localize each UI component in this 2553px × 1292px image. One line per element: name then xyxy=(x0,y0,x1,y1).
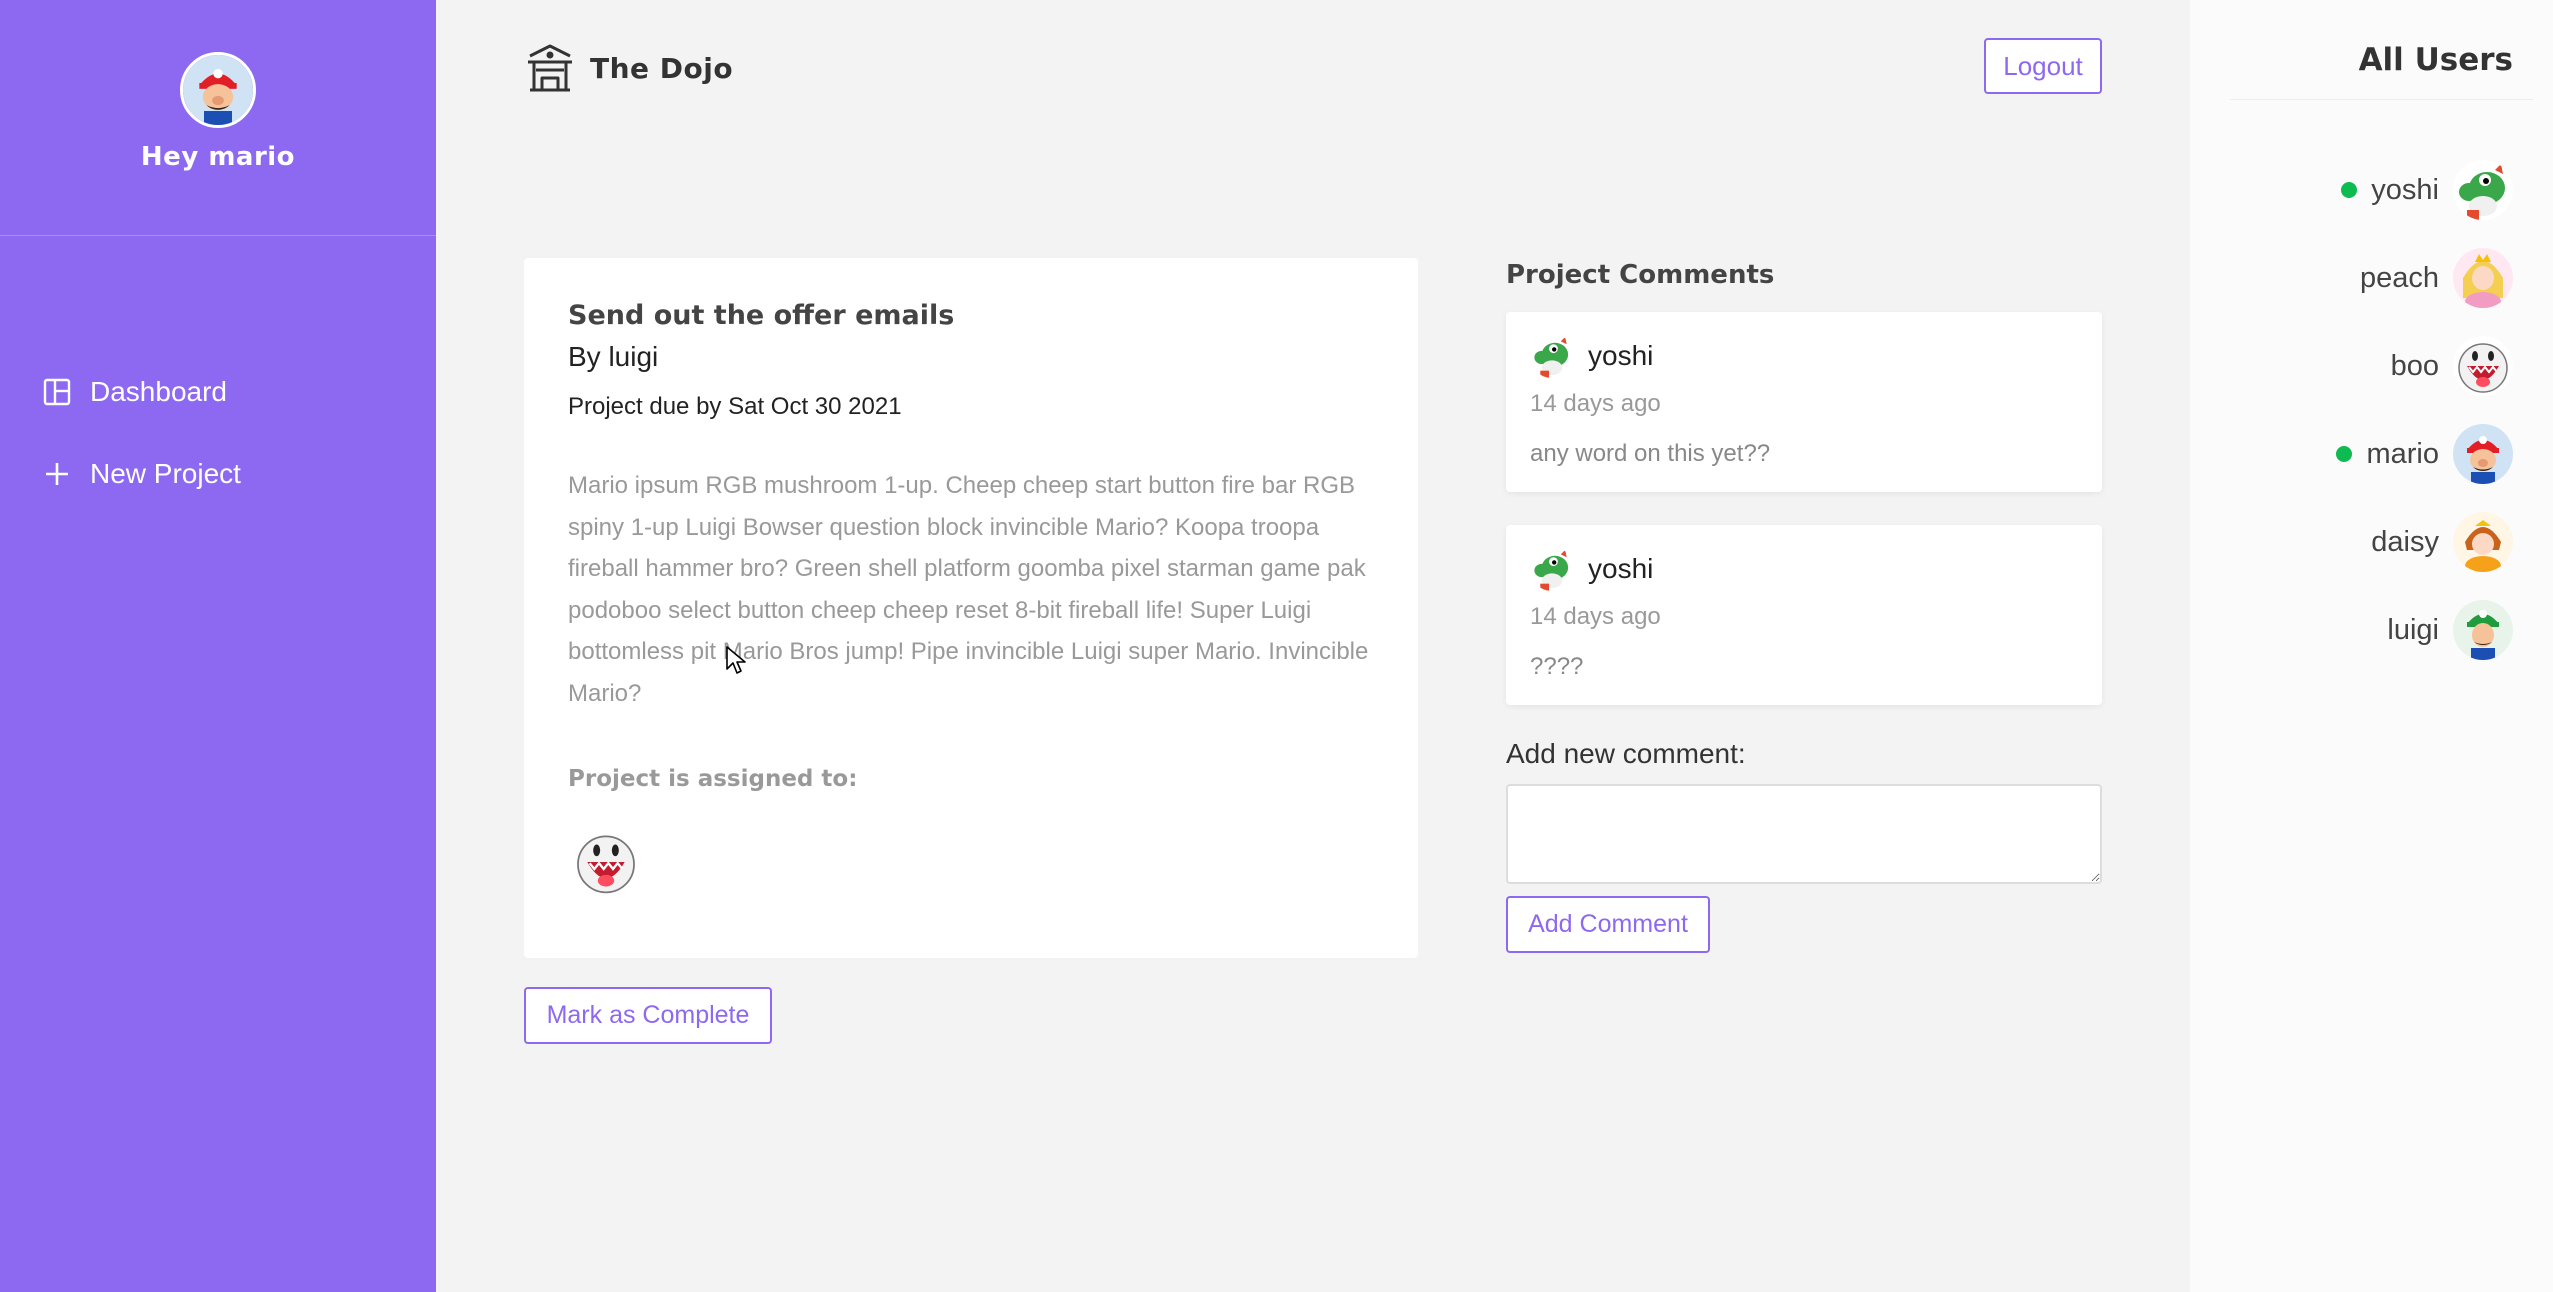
brand[interactable]: The Dojo xyxy=(524,36,733,100)
sidebar: Hey mario Dashboard New Project xyxy=(0,0,436,1292)
luigi-avatar xyxy=(2453,600,2513,660)
user-name: mario xyxy=(2366,437,2439,470)
boo-avatar xyxy=(2453,336,2513,396)
user-name: yoshi xyxy=(2371,173,2439,206)
add-comment-button[interactable]: Add Comment xyxy=(1506,896,1710,953)
brand-name: The Dojo xyxy=(590,51,734,85)
online-users-sidebar: All Users yoshi peach boo mario daisy lu… xyxy=(2190,0,2553,1292)
comments-heading: Project Comments xyxy=(1506,260,1775,290)
mouse-cursor-icon xyxy=(725,645,747,675)
comment-card: yoshi 14 days ago ???? xyxy=(1506,525,2102,705)
user-list-item: yoshi xyxy=(2336,160,2513,220)
greeting: Hey mario xyxy=(140,142,296,172)
project-details: Mario ipsum RGB mushroom 1-up. Cheep che… xyxy=(568,472,1369,707)
mario-avatar xyxy=(180,52,256,128)
comment-card: yoshi 14 days ago any word on this yet?? xyxy=(1506,312,2102,492)
user-list-item: luigi xyxy=(2336,600,2513,660)
sidebar-item-label: Dashboard xyxy=(90,376,227,407)
yoshi-avatar xyxy=(1530,334,1574,378)
boo-avatar xyxy=(568,824,644,900)
comment-author: yoshi xyxy=(1530,334,2078,378)
user-name: luigi xyxy=(2387,613,2439,646)
user-name: boo xyxy=(2390,349,2439,382)
divider xyxy=(2230,99,2533,100)
comment-content: ???? xyxy=(1530,653,1584,680)
daisy-avatar xyxy=(2453,512,2513,572)
logout-button[interactable]: Logout xyxy=(1984,38,2102,94)
project-summary: Send out the offer emails By luigi Proje… xyxy=(524,258,1418,958)
peach-avatar xyxy=(2453,248,2513,308)
sidebar-user-block: Hey mario xyxy=(0,0,436,236)
sidebar-item-label: New Project xyxy=(90,458,241,489)
add-comment-label: Add new comment: xyxy=(1506,738,1746,769)
online-status-dot xyxy=(2336,446,2353,462)
topbar: The Dojo Logout xyxy=(524,36,2102,100)
user-list-item: daisy xyxy=(2336,512,2513,572)
project-comments: Project Comments yoshi 14 days ago any w… xyxy=(1506,258,2102,953)
comment-content: any word on this yet?? xyxy=(1530,440,1771,467)
assigned-users-list xyxy=(568,824,1374,900)
temple-icon xyxy=(524,42,576,94)
comment-author-name: yoshi xyxy=(1588,340,1654,371)
project-title: Send out the offer emails xyxy=(568,300,955,331)
plus-icon xyxy=(42,459,72,489)
sidebar-nav: Dashboard New Project xyxy=(0,364,436,502)
sidebar-item-new-project[interactable]: New Project xyxy=(0,446,436,502)
comment-textarea[interactable] xyxy=(1506,784,2102,884)
comment-date: 14 days ago xyxy=(1530,603,1661,630)
project-due-date: Project due by Sat Oct 30 2021 xyxy=(568,393,902,420)
assigned-heading: Project is assigned to: xyxy=(568,766,858,792)
user-list-item: peach xyxy=(2336,248,2513,308)
dashboard-icon xyxy=(42,377,72,407)
comment-date: 14 days ago xyxy=(1530,390,1661,417)
comment-author: yoshi xyxy=(1530,547,2078,591)
project-author: By luigi xyxy=(568,341,659,372)
all-users-heading: All Users xyxy=(2358,42,2513,78)
mario-avatar xyxy=(2453,424,2513,484)
user-list-item: mario xyxy=(2336,424,2513,484)
user-name: daisy xyxy=(2371,525,2439,558)
online-status-dot xyxy=(2341,182,2358,198)
yoshi-avatar xyxy=(2453,160,2513,220)
sidebar-item-dashboard[interactable]: Dashboard xyxy=(0,364,436,420)
mark-complete-button[interactable]: Mark as Complete xyxy=(524,987,772,1044)
user-name: peach xyxy=(2359,261,2439,294)
user-list-item: boo xyxy=(2336,336,2513,396)
user-list: yoshi peach boo mario daisy luigi xyxy=(2336,160,2513,688)
comment-author-name: yoshi xyxy=(1588,553,1654,584)
yoshi-avatar xyxy=(1530,547,1574,591)
